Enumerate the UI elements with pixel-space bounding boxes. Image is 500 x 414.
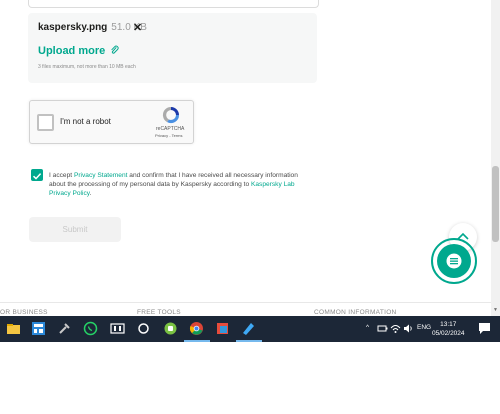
footer: OR BUSINESS FREE TOOLS COMMON INFORMATIO… [0, 302, 491, 317]
recaptcha-links[interactable]: Privacy - Terms [155, 133, 182, 138]
footer-free-tools-heading[interactable]: FREE TOOLS [137, 309, 181, 316]
file-name: kaspersky.png [38, 22, 108, 33]
file-explorer-icon[interactable] [6, 321, 21, 336]
upload-more-label: Upload more [38, 45, 106, 57]
consent-text: I accept Privacy Statement and confirm t… [49, 171, 314, 198]
paperclip-icon [111, 45, 119, 54]
recaptcha-widget: I'm not a robot reCAPTCHA Privacy - Term… [29, 100, 194, 144]
previous-field-edge [28, 0, 319, 8]
tools-icon[interactable] [57, 321, 72, 336]
paint-active-indicator [236, 340, 262, 342]
consent-checkbox[interactable] [31, 169, 43, 181]
cortana-icon[interactable] [136, 321, 151, 336]
battery-icon[interactable] [377, 323, 388, 334]
checkmark-icon [32, 173, 42, 180]
wifi-icon[interactable] [390, 323, 401, 334]
uploaded-file: kaspersky.png 51.0 KB ✕ [38, 21, 147, 34]
paint-app-icon[interactable] [241, 321, 256, 336]
upload-more-button[interactable]: Upload more [38, 45, 119, 57]
file-upload-area: kaspersky.png 51.0 KB ✕ Upload more 3 fil… [28, 13, 317, 83]
privacy-statement-link[interactable]: Privacy Statement [74, 172, 128, 179]
submit-button[interactable]: Submit [29, 217, 121, 242]
clock-date: 05/02/2024 [432, 330, 465, 337]
footer-common-info-heading[interactable]: COMMON INFORMATION [314, 309, 397, 316]
calculator-icon[interactable] [31, 321, 46, 336]
scroll-down-arrow-icon[interactable]: ▼ [493, 307, 498, 313]
task-view-icon[interactable] [110, 321, 125, 336]
scrollbar-thumb[interactable] [492, 166, 499, 242]
windows-taskbar: ^ ENG 13:17 05/02/2024 [0, 316, 500, 342]
chrome-active-indicator [184, 340, 210, 342]
chat-button[interactable] [437, 244, 471, 278]
chrome-icon[interactable] [189, 321, 204, 336]
scrollbar[interactable] [491, 0, 500, 316]
app-icon[interactable] [163, 321, 178, 336]
taskbar-clock[interactable]: 13:17 05/02/2024 [432, 320, 465, 338]
upload-hint: 3 files maximum, not more than 10 MB eac… [38, 64, 136, 70]
recaptcha-brand: reCAPTCHA [156, 126, 185, 132]
notifications-icon[interactable] [478, 322, 491, 335]
chat-icon [446, 253, 462, 269]
recaptcha-checkbox[interactable] [37, 114, 54, 131]
consent-text-part3: . [89, 190, 92, 197]
clock-time: 13:17 [440, 321, 457, 328]
remove-file-button[interactable]: ✕ [133, 21, 142, 34]
recaptcha-label: I'm not a robot [60, 117, 111, 126]
input-language[interactable]: ENG [417, 324, 431, 331]
recaptcha-logo-icon [162, 106, 180, 124]
whatsapp-icon[interactable] [83, 321, 98, 336]
consent-text-part1: I accept [49, 172, 74, 179]
footer-business-heading[interactable]: OR BUSINESS [0, 309, 48, 316]
photos-icon[interactable] [215, 321, 230, 336]
volume-icon[interactable] [403, 323, 414, 334]
show-hidden-icons-chevron-icon[interactable]: ^ [366, 324, 369, 331]
